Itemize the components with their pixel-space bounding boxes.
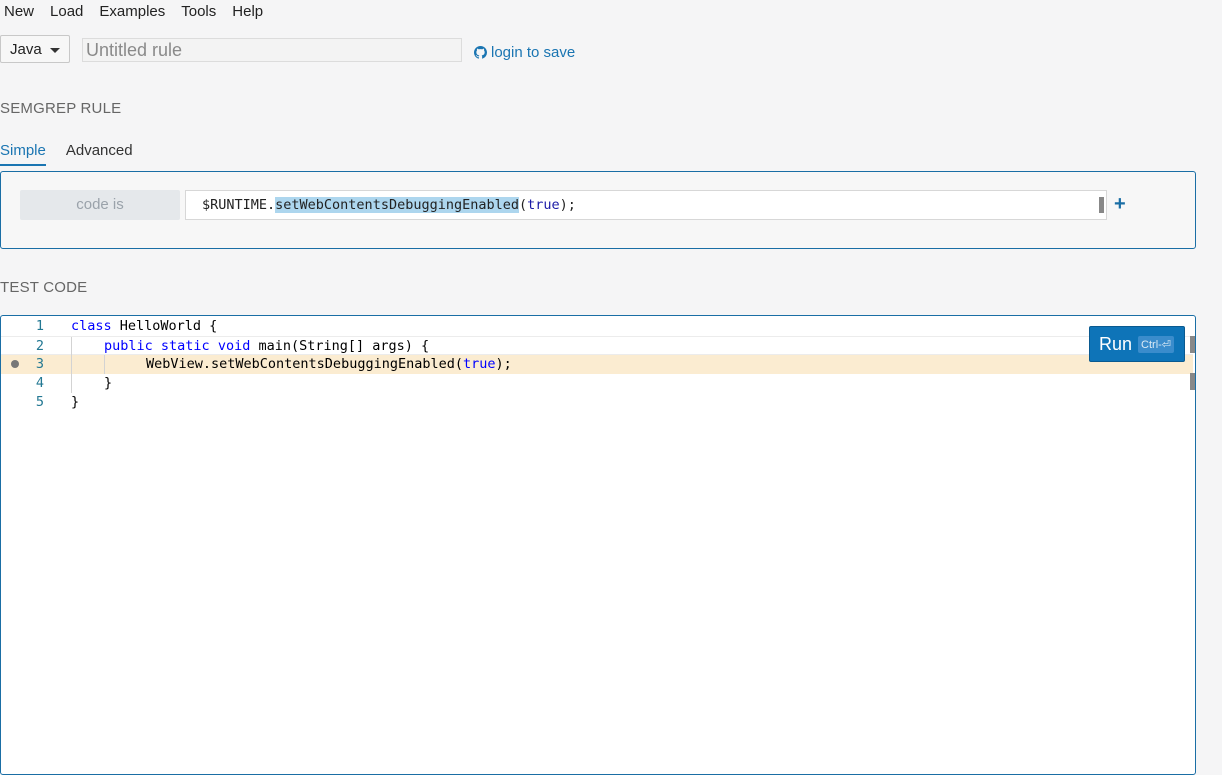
- login-label: login to save: [491, 44, 576, 61]
- language-select[interactable]: Java: [0, 35, 70, 63]
- language-label: Java: [10, 41, 42, 58]
- pattern-open: (: [519, 197, 528, 213]
- run-shortcut: Ctrl-⏎: [1138, 335, 1175, 353]
- semgrep-rule-heading: SEMGREP RULE: [0, 100, 122, 117]
- line-text: }: [104, 375, 113, 391]
- run-button[interactable]: Run Ctrl-⏎: [1089, 326, 1185, 362]
- indent-guide: [71, 374, 72, 393]
- tab-simple[interactable]: Simple: [0, 142, 46, 166]
- menu-help[interactable]: Help: [232, 0, 263, 24]
- menu-bar: New Load Examples Tools Help: [0, 0, 275, 24]
- github-icon: [474, 46, 487, 59]
- line-text: public static void main(String[] args) {: [104, 338, 430, 354]
- test-code-heading: TEST CODE: [0, 279, 88, 296]
- menu-tools[interactable]: Tools: [181, 0, 216, 24]
- pattern-highlight: setWebContentsDebuggingEnabled: [275, 197, 519, 213]
- line-number: 2: [35, 338, 44, 354]
- menu-new[interactable]: New: [4, 0, 34, 24]
- menu-examples[interactable]: Examples: [99, 0, 165, 24]
- pattern-scrollbar[interactable]: [1099, 197, 1104, 213]
- line-text: WebView.setWebContentsDebuggingEnabled(t…: [146, 356, 512, 372]
- indent-guide: [71, 355, 72, 374]
- rule-pattern-box: code is $RUNTIME.setWebContentsDebugging…: [0, 171, 1196, 249]
- pattern-prefix: $RUNTIME.: [202, 197, 276, 213]
- rule-toolbar: Java login to save: [0, 35, 700, 65]
- code-line: 5 }: [1, 393, 1193, 412]
- code-editor[interactable]: 1 class HelloWorld { 2 public static voi…: [0, 315, 1196, 775]
- code-line: 4 }: [1, 374, 1193, 393]
- add-pattern-button[interactable]: +: [1114, 194, 1126, 214]
- login-link[interactable]: login to save: [474, 44, 575, 61]
- line-number: 5: [35, 394, 44, 410]
- pattern-input[interactable]: $RUNTIME.setWebContentsDebuggingEnabled(…: [185, 190, 1107, 220]
- pattern-operator[interactable]: code is: [20, 190, 180, 220]
- scroll-marker: [1190, 373, 1195, 390]
- pattern-keyword: true: [527, 197, 560, 213]
- caret-down-icon: [50, 48, 60, 53]
- line-number: 1: [35, 318, 44, 334]
- run-label: Run: [1099, 333, 1133, 354]
- code-line: 2 public static void main(String[] args)…: [1, 336, 1193, 356]
- editor-scrollbar[interactable]: [1190, 336, 1196, 390]
- line-number: 3: [35, 356, 44, 372]
- tab-advanced[interactable]: Advanced: [66, 142, 133, 164]
- line-text: }: [71, 394, 80, 410]
- indent-guide: [71, 337, 72, 356]
- line-number: 4: [35, 375, 44, 391]
- code-line-match: 3 WebView.setWebContentsDebuggingEnabled…: [1, 355, 1193, 374]
- indent-guide: [104, 355, 105, 374]
- rule-title-input[interactable]: [82, 38, 462, 62]
- scroll-marker: [1190, 336, 1195, 353]
- pattern-close: );: [559, 197, 576, 213]
- line-text: class HelloWorld {: [71, 318, 218, 334]
- code-line: 1 class HelloWorld {: [1, 317, 1193, 336]
- rule-mode-tabs: Simple Advanced: [0, 142, 153, 166]
- menu-load[interactable]: Load: [50, 0, 83, 24]
